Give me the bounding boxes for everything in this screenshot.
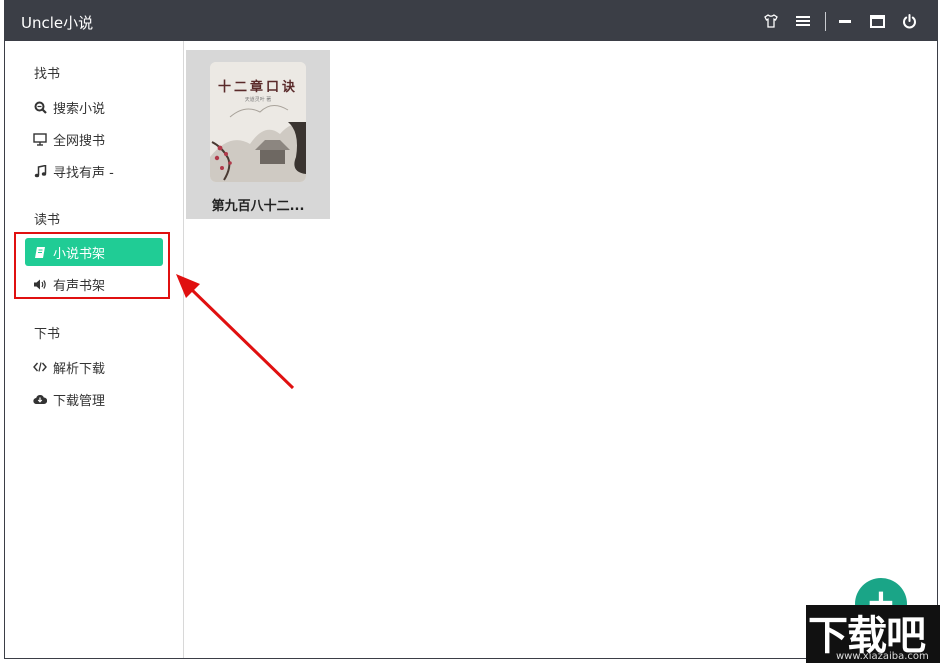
section-title-download: 下书 (34, 327, 61, 342)
watermark-url: www.xiazaiba.com (836, 651, 929, 662)
music-icon (33, 164, 47, 178)
book-name: 第九百八十二... (211, 199, 305, 214)
cover-author: 天道灵叶 著 (244, 97, 272, 103)
sidebar-item-label: 全网搜书 (53, 133, 106, 149)
sidebar: 找书 搜索小说 全网搜书 寻找有声 - 读书 小说书架 有声书架 下书 解析下载… (5, 41, 184, 658)
book-card[interactable]: 十二章口诀 天道灵叶 著 第九百八十二... (186, 50, 330, 219)
watermark-logo: 下载吧 www.xiazaiba.com (806, 605, 940, 663)
cloud-download-icon (33, 392, 47, 406)
sidebar-item-parse-download[interactable]: 解析下载 (25, 353, 163, 381)
maximize-icon[interactable] (867, 11, 887, 31)
section-title-read: 读书 (34, 213, 61, 228)
sidebar-item-find-audio[interactable]: 寻找有声 - (25, 157, 163, 185)
app-window: Uncle小说 找书 搜索小说 全网搜书 寻找有声 - 读书 小说书架 有声书架… (4, 0, 938, 659)
minimize-icon[interactable] (835, 11, 855, 31)
search-icon (33, 100, 47, 114)
app-title: Uncle小说 (21, 14, 94, 32)
cover-title: 十二章口诀 (217, 80, 298, 95)
shirt-icon[interactable] (761, 11, 781, 31)
sidebar-item-search-novel[interactable]: 搜索小说 (25, 93, 163, 121)
book-cover: 十二章口诀 天道灵叶 著 (210, 62, 306, 182)
monitor-icon (33, 132, 47, 146)
sidebar-item-label: 寻找有声 - (53, 165, 114, 181)
power-icon[interactable] (899, 11, 919, 31)
menu-icon[interactable] (793, 11, 813, 31)
highlight-box (14, 232, 170, 299)
section-title-find: 找书 (34, 67, 61, 82)
sidebar-item-label: 下载管理 (53, 393, 106, 409)
title-separator (825, 12, 826, 31)
sidebar-item-download-manager[interactable]: 下载管理 (25, 385, 163, 413)
sidebar-item-label: 搜索小说 (53, 101, 106, 117)
bookshelf-area: 十二章口诀 天道灵叶 著 第九百八十二... (184, 41, 937, 658)
sidebar-item-label: 解析下载 (53, 361, 106, 377)
sidebar-item-web-search[interactable]: 全网搜书 (25, 125, 163, 153)
title-bar: Uncle小说 (5, 1, 937, 41)
code-icon (33, 360, 47, 374)
